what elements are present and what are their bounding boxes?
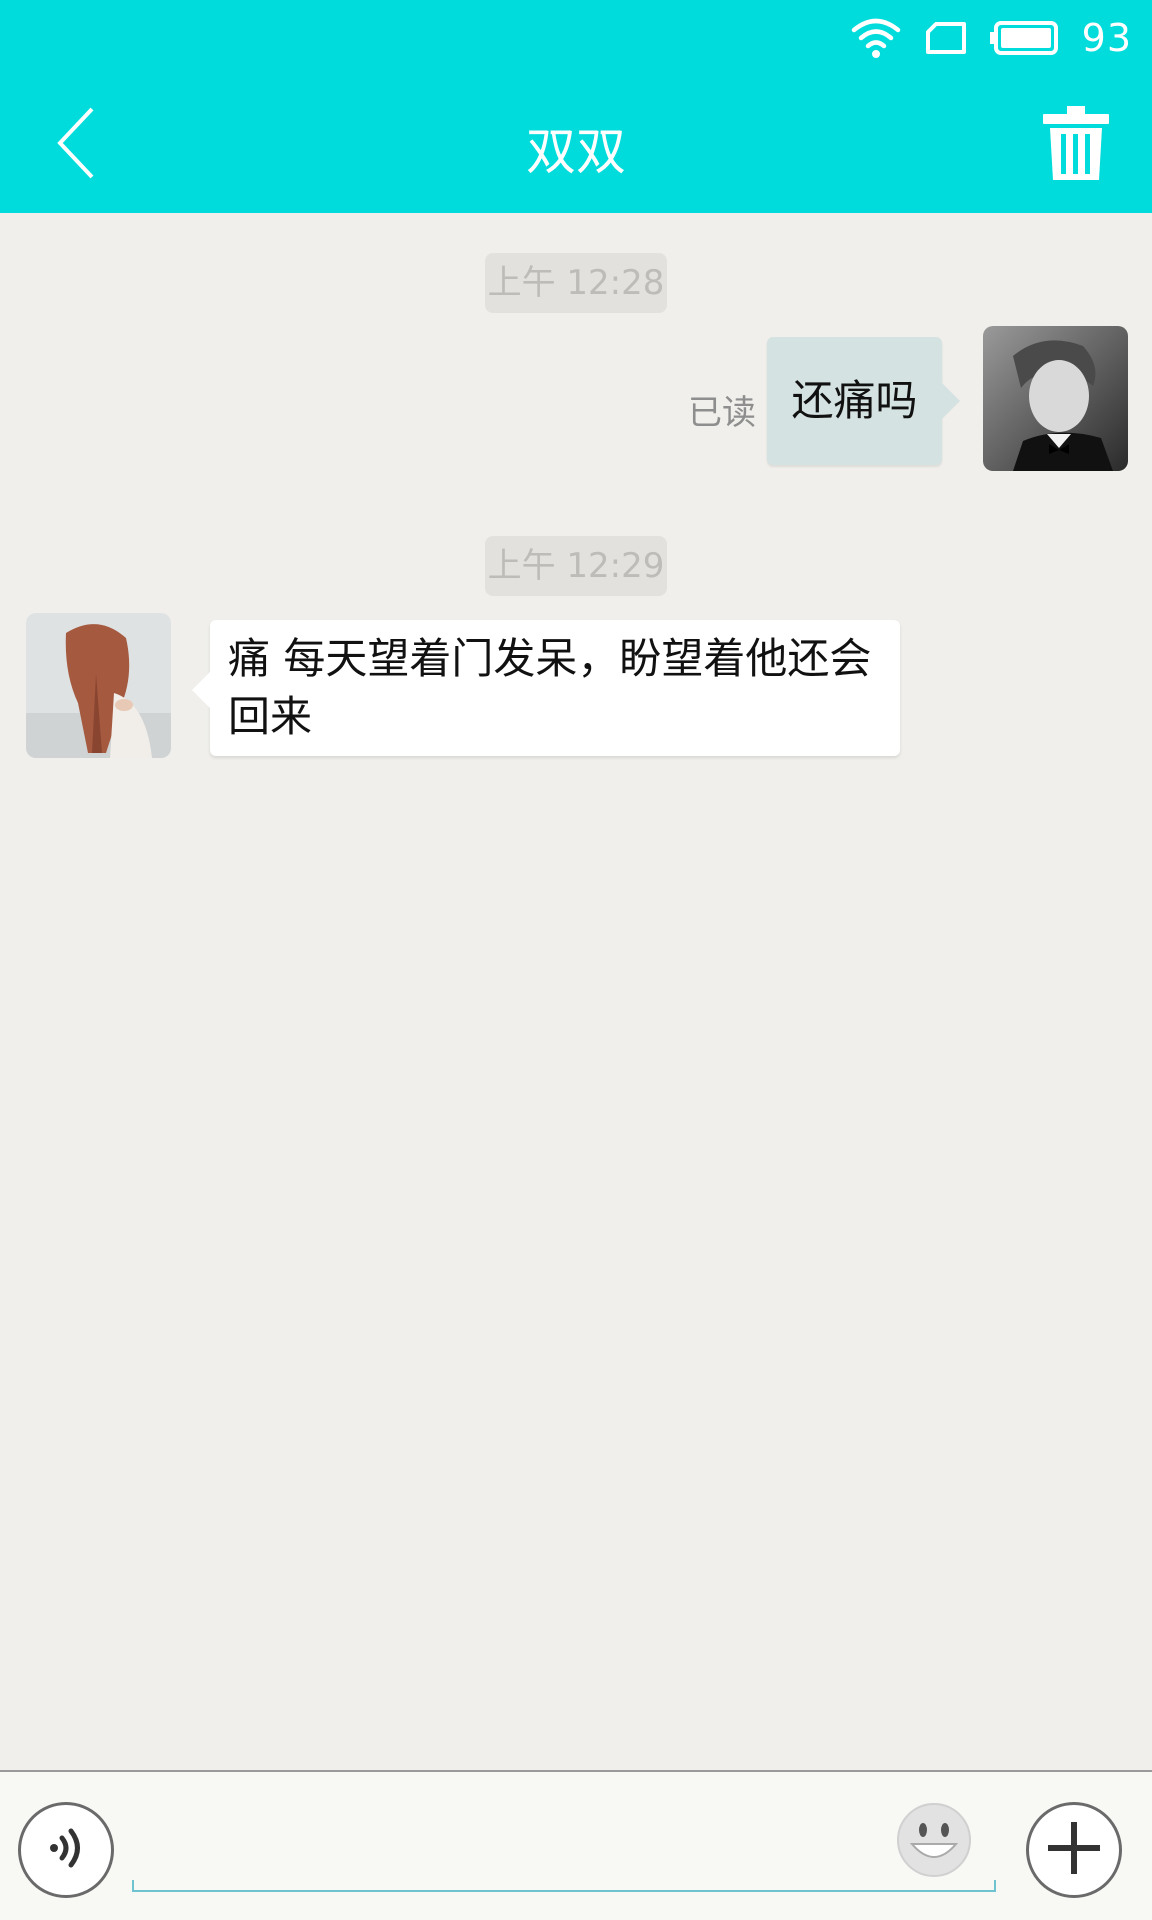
sent-message-bubble[interactable]: 还痛吗 [767,337,960,465]
my-avatar[interactable] [983,326,1128,471]
battery-icon [989,20,1060,56]
input-edge [132,1880,134,1892]
wifi-icon [850,16,902,60]
contact-avatar[interactable] [26,613,171,758]
chat-screen: 93 双双 上午 12:28 已读 还痛吗 上午 12:29 痛 每天望着门发呆… [0,0,1152,1920]
status-bar: 93 [850,12,1132,64]
message-input[interactable] [132,1812,996,1892]
timestamp: 上午 12:28 [485,253,667,313]
delete-button[interactable] [1036,104,1116,186]
trash-icon [1042,106,1110,184]
plus-icon [1046,1820,1102,1880]
battery-level: 93 [1081,16,1132,60]
back-button[interactable] [40,100,110,190]
voice-button[interactable] [18,1802,114,1898]
header: 93 双双 [0,0,1152,213]
sim-card-icon [924,21,968,55]
input-bar [0,1770,1152,1920]
more-button[interactable] [1026,1802,1122,1898]
chevron-left-icon [52,105,98,185]
received-message-bubble[interactable]: 痛 每天望着门发呆，盼望着他还会回来 [192,620,900,756]
input-edge [994,1880,996,1892]
voice-icon [42,1822,90,1878]
read-status: 已读 [688,393,756,433]
timestamp: 上午 12:29 [485,536,667,596]
emoji-icon [896,1802,972,1882]
chat-title: 双双 [526,123,626,181]
emoji-button[interactable] [896,1802,972,1882]
